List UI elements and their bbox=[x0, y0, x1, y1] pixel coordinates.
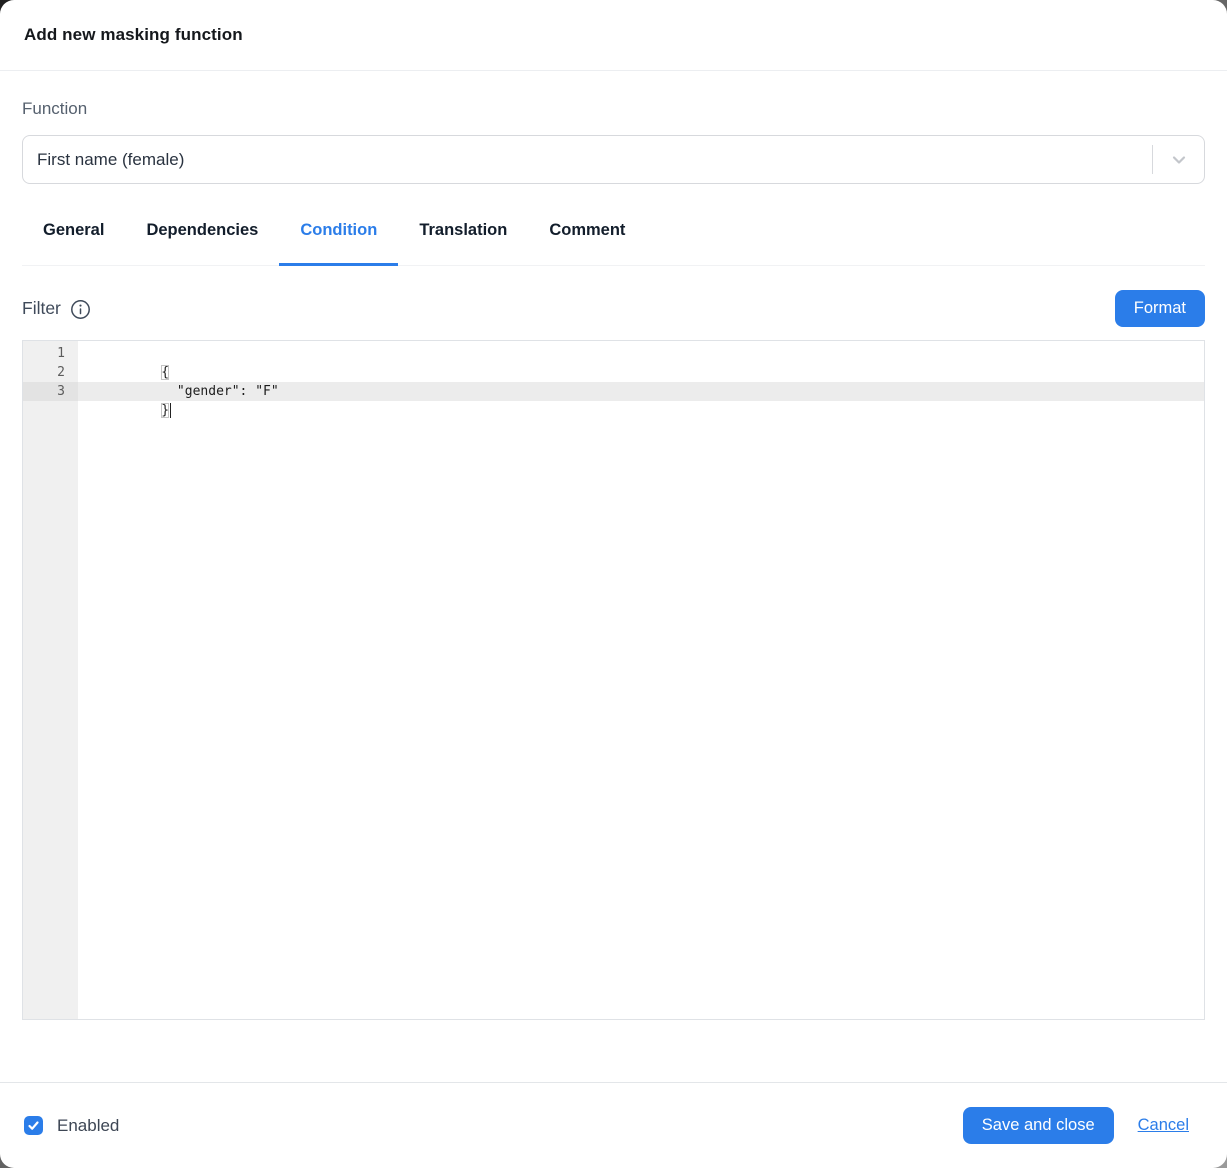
enabled-checkbox[interactable] bbox=[24, 1116, 43, 1135]
tab-translation[interactable]: Translation bbox=[398, 221, 528, 266]
dialog-body: Function First name (female) General Dep… bbox=[0, 71, 1227, 1082]
line-number-active: 3 bbox=[23, 382, 78, 401]
enabled-label: Enabled bbox=[57, 1116, 119, 1136]
info-icon[interactable] bbox=[70, 299, 91, 320]
enabled-checkbox-row[interactable]: Enabled bbox=[24, 1116, 119, 1136]
filter-label-wrap: Filter bbox=[22, 297, 91, 320]
function-select[interactable]: First name (female) bbox=[22, 135, 1205, 184]
cancel-link[interactable]: Cancel bbox=[1138, 1116, 1189, 1135]
tab-comment[interactable]: Comment bbox=[528, 221, 646, 266]
function-label: Function bbox=[22, 99, 1205, 119]
chevron-down-icon[interactable] bbox=[1153, 150, 1204, 170]
editor-gutter: 1 2 3 bbox=[23, 341, 78, 1019]
code-text: "gender": "F" bbox=[161, 384, 278, 399]
filter-label: Filter bbox=[22, 298, 61, 319]
dialog-header: Add new masking function bbox=[0, 0, 1227, 71]
line-number: 2 bbox=[23, 363, 78, 382]
open-brace: { bbox=[161, 365, 169, 380]
add-masking-function-dialog: Add new masking function Function First … bbox=[0, 0, 1227, 1168]
text-cursor bbox=[170, 403, 171, 418]
tab-condition[interactable]: Condition bbox=[279, 221, 398, 266]
tab-dependencies[interactable]: Dependencies bbox=[125, 221, 279, 266]
close-brace: } bbox=[161, 403, 169, 418]
editor-code-area[interactable]: { "gender": "F" } bbox=[78, 341, 1204, 1019]
tab-general[interactable]: General bbox=[22, 221, 125, 266]
code-line: "gender": "F" bbox=[78, 363, 1204, 382]
tab-bar: General Dependencies Condition Translati… bbox=[22, 221, 1205, 266]
condition-code-editor[interactable]: 1 2 3 { "gender": "F" } bbox=[22, 340, 1205, 1020]
save-and-close-button[interactable]: Save and close bbox=[963, 1107, 1114, 1144]
filter-row: Filter Format bbox=[22, 290, 1205, 327]
format-button[interactable]: Format bbox=[1115, 290, 1205, 327]
dialog-title: Add new masking function bbox=[24, 25, 243, 45]
code-line: { bbox=[78, 344, 1204, 363]
function-select-value: First name (female) bbox=[23, 150, 1152, 170]
footer-actions: Save and close Cancel bbox=[963, 1107, 1189, 1144]
dialog-footer: Enabled Save and close Cancel bbox=[0, 1082, 1227, 1168]
line-number: 1 bbox=[23, 344, 78, 363]
